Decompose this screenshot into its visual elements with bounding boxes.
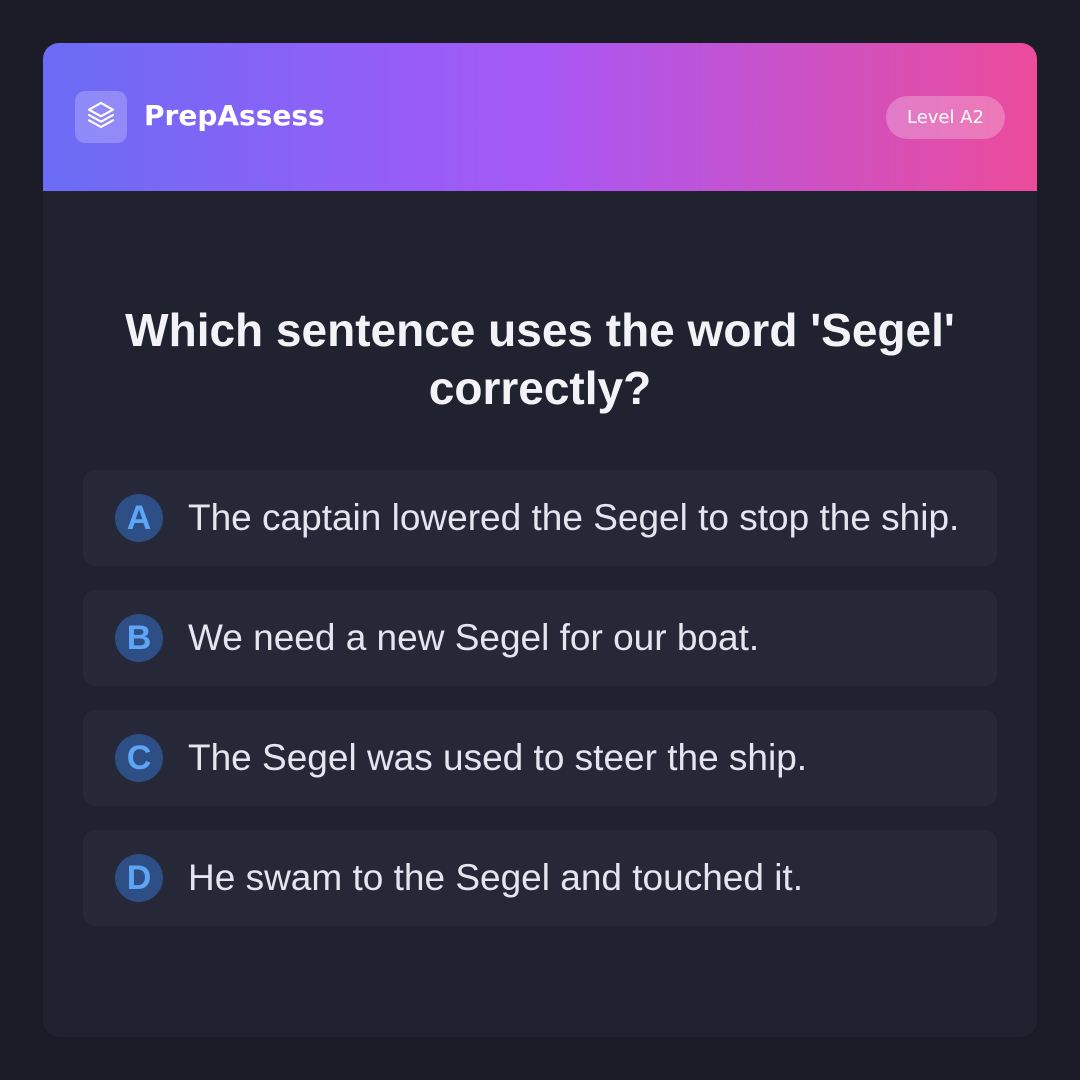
option-text: The Segel was used to steer the ship. bbox=[188, 737, 808, 778]
answer-options: A The captain lowered the Segel to stop … bbox=[83, 470, 997, 950]
option-letter: A bbox=[115, 494, 163, 542]
header-bar: PrepAssess Level A2 bbox=[43, 43, 1037, 191]
option-letter: B bbox=[115, 614, 163, 662]
option-text: He swam to the Segel and touched it. bbox=[188, 857, 803, 898]
option-c[interactable]: C The Segel was used to steer the ship. bbox=[83, 710, 997, 806]
question-text: Which sentence uses the word 'Segel' cor… bbox=[125, 304, 955, 414]
layers-icon bbox=[85, 99, 117, 135]
option-a[interactable]: A The captain lowered the Segel to stop … bbox=[83, 470, 997, 566]
option-d[interactable]: D He swam to the Segel and touched it. bbox=[83, 830, 997, 926]
option-letter: C bbox=[115, 734, 163, 782]
brand-name: PrepAssess bbox=[144, 99, 325, 132]
option-text: We need a new Segel for our boat. bbox=[188, 617, 760, 658]
quiz-card: PrepAssess Level A2 Which sentence uses … bbox=[43, 43, 1037, 1037]
logo bbox=[75, 91, 127, 143]
option-text: The captain lowered the Segel to stop th… bbox=[188, 497, 960, 538]
option-b[interactable]: B We need a new Segel for our boat. bbox=[83, 590, 997, 686]
option-letter: D bbox=[115, 854, 163, 902]
level-badge: Level A2 bbox=[885, 96, 1005, 139]
